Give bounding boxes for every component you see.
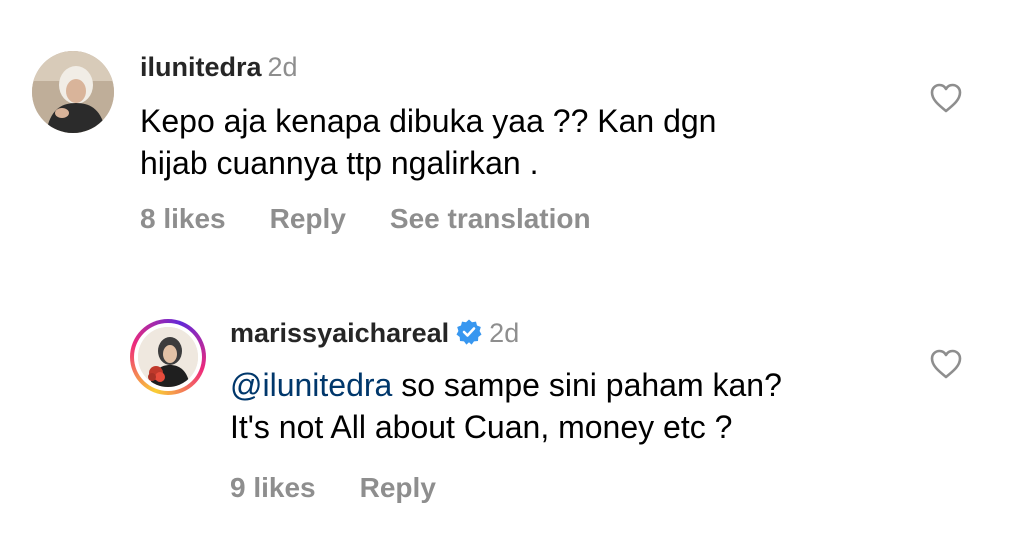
mention-link[interactable]: @ilunitedra [230,367,392,403]
comment-header: marissyaichareal 2d [230,318,519,348]
comment-actions: 8 likes Reply See translation [140,203,635,235]
username[interactable]: marissyaichareal [230,318,449,348]
comment-header: ilunitedra 2d [140,52,298,82]
reply-button[interactable]: Reply [360,472,436,503]
heart-outline-icon[interactable] [929,82,963,114]
comment-text: @ilunitedra so sampe sini paham kan? It'… [230,364,930,448]
likes-count[interactable]: 8 likes [140,203,226,234]
comment-actions: 9 likes Reply [230,472,480,504]
reply-button[interactable]: Reply [270,203,346,234]
comment-text-line: @ilunitedra so sampe sini paham kan? [230,364,930,406]
comment-item: marissyaichareal 2d @ilunitedra so sampe… [0,290,1024,560]
comment-text-line: It's not All about Cuan, money etc ? [230,409,733,445]
see-translation-button[interactable]: See translation [390,203,591,234]
comment-text-line: hijab cuannya ttp ngalirkan . [140,145,539,181]
avatar[interactable] [32,51,114,133]
likes-count[interactable]: 9 likes [230,472,316,503]
timestamp: 2d [489,318,520,348]
comment-text-line: Kepo aja kenapa dibuka yaa ?? Kan dgn [140,103,717,139]
story-ring[interactable] [130,319,206,395]
username[interactable]: ilunitedra [140,52,262,82]
comment-text-fragment: so sampe sini paham kan? [392,367,782,403]
timestamp: 2d [267,52,298,82]
comment-text: Kepo aja kenapa dibuka yaa ?? Kan dgn hi… [140,100,840,184]
avatar [138,327,198,387]
avatar-image [32,51,114,133]
comment-item: ilunitedra 2d Kepo aja kenapa dibuka yaa … [0,0,1024,270]
heart-outline-icon[interactable] [929,348,963,380]
verified-badge-icon [456,319,482,345]
avatar-image [138,327,198,387]
